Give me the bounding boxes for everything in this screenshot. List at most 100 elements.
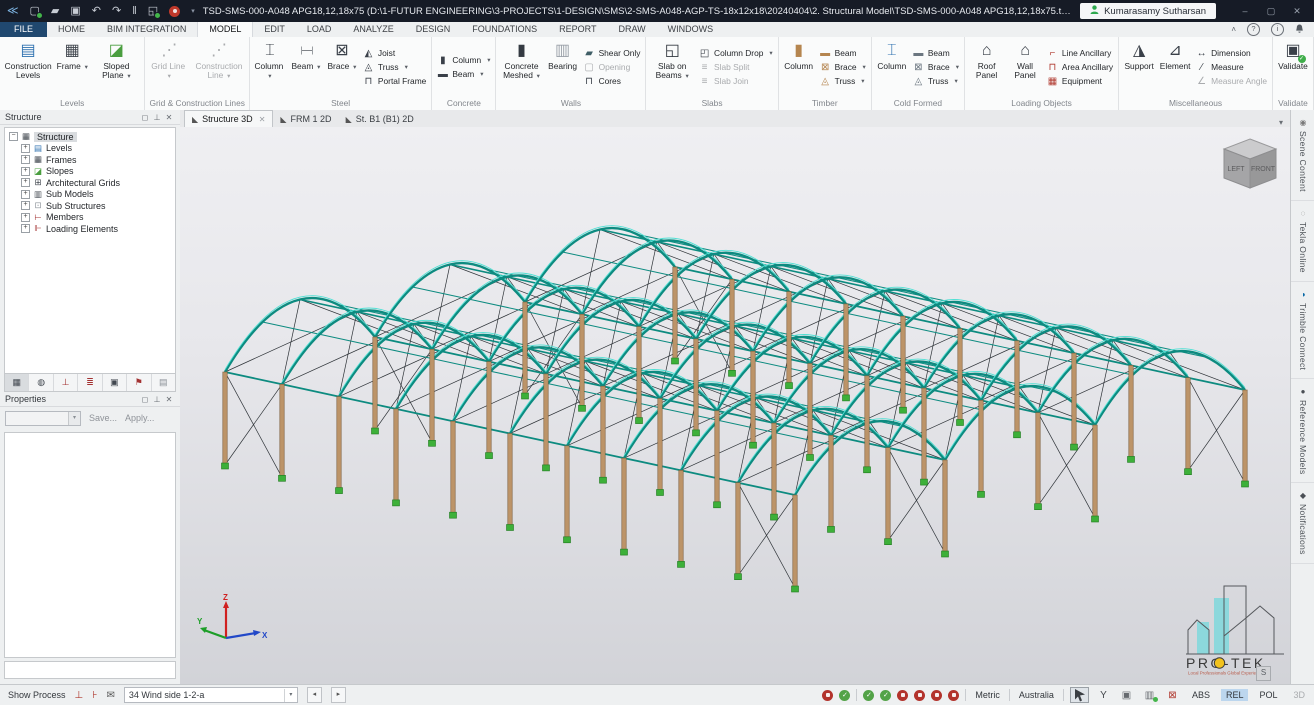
process-report-icon[interactable]: ✉ bbox=[106, 690, 114, 701]
tree-expand-icon[interactable]: + bbox=[21, 201, 30, 210]
validate-status-tab[interactable]: ▣ bbox=[103, 374, 127, 391]
tree-expand-icon[interactable]: + bbox=[21, 178, 30, 187]
wind-model-tab[interactable]: ◍ bbox=[29, 374, 53, 391]
close-icon[interactable]: ✕ bbox=[259, 115, 266, 124]
help-icon[interactable]: ? bbox=[1247, 23, 1260, 36]
tab-foundations[interactable]: FOUNDATIONS bbox=[461, 22, 548, 37]
ribbon-button-bearing[interactable]: ▥Bearing bbox=[545, 37, 581, 97]
view-tabs-overflow-icon[interactable]: ▾ bbox=[1279, 118, 1290, 127]
ribbon-button-area-ancillary[interactable]: ⊓Area Ancillary bbox=[1047, 62, 1113, 73]
ribbon-button-support[interactable]: ◮Support bbox=[1121, 37, 1157, 97]
validate-quick-icon[interactable]: ◱ bbox=[148, 6, 158, 17]
user-account-button[interactable]: Kumarasamy Sutharsan bbox=[1080, 3, 1216, 19]
structure-3d-model[interactable] bbox=[180, 127, 1290, 684]
tab-load[interactable]: LOAD bbox=[296, 22, 343, 37]
ribbon-button-beam[interactable]: ▬Beam bbox=[820, 48, 866, 59]
ribbon-button-frame[interactable]: ▦Frame ▾ bbox=[54, 37, 90, 97]
columns-toggle-icon[interactable]: ▥ bbox=[1141, 688, 1158, 702]
chevron-down-icon[interactable]: ▾ bbox=[284, 689, 297, 702]
view-tab-frm-1-2d[interactable]: ◣FRM 1 2D bbox=[273, 111, 338, 127]
quick-access-more-icon[interactable]: ▾ bbox=[191, 8, 195, 15]
tree-item-levels[interactable]: +▤Levels bbox=[5, 143, 175, 155]
tree-expand-icon[interactable]: + bbox=[21, 167, 30, 176]
tab-edit[interactable]: EDIT bbox=[253, 22, 296, 37]
tab-file[interactable]: FILE bbox=[0, 22, 47, 37]
ribbon-button-validate[interactable]: ▣✓Validate bbox=[1275, 37, 1311, 97]
process-support-icon[interactable]: ⊥ bbox=[75, 690, 84, 701]
view-tab-st-b1-b1-2d[interactable]: ◣St. B1 (B1) 2D bbox=[339, 111, 421, 127]
hold-process-icon[interactable]: ‖ bbox=[132, 6, 137, 17]
tree-expand-icon[interactable]: + bbox=[21, 155, 30, 164]
panel-close-icon[interactable]: ✕ bbox=[163, 113, 175, 122]
tree-item-slopes[interactable]: +◪Slopes bbox=[5, 166, 175, 178]
ribbon-button-concrete-meshed[interactable]: ▮Concrete Meshed ▾ bbox=[498, 37, 544, 97]
process-frame-icon[interactable]: ⊦ bbox=[92, 690, 97, 701]
tab-bim-integration[interactable]: BIM INTEGRATION bbox=[96, 22, 197, 37]
record-icon[interactable] bbox=[169, 6, 180, 17]
save-button[interactable]: Save... bbox=[89, 413, 117, 423]
ribbon-button-sloped-plane[interactable]: ◪Sloped Plane ▾ bbox=[90, 37, 142, 97]
tab-analyze[interactable]: ANALYZE bbox=[342, 22, 404, 37]
next-load-case-button[interactable]: ▸ bbox=[331, 687, 346, 703]
tab-model[interactable]: MODEL bbox=[197, 22, 253, 37]
ribbon-button-beam[interactable]: ⌶Beam ▾ bbox=[288, 37, 324, 97]
ribbon-button-line-ancillary[interactable]: ⌐Line Ancillary bbox=[1047, 48, 1113, 59]
units-button[interactable]: Metric bbox=[972, 690, 1003, 700]
panel-close-icon[interactable]: ✕ bbox=[163, 395, 175, 404]
chevron-down-icon[interactable]: ▾ bbox=[68, 412, 80, 425]
section-cut-icon[interactable]: ⊠ bbox=[1164, 688, 1181, 702]
tree-item-frames[interactable]: +▦Frames bbox=[5, 154, 175, 166]
ribbon-button-slab-on-beams[interactable]: ◱Slab on Beams ▾ bbox=[648, 37, 696, 97]
ribbon-button-brace[interactable]: ⊠Brace▾ bbox=[820, 62, 866, 73]
tab-home[interactable]: HOME bbox=[47, 22, 96, 37]
ribbon-button-column-drop[interactable]: ◰Column Drop▾ bbox=[699, 48, 773, 59]
panel-pin-icon[interactable]: ⊥ bbox=[151, 395, 163, 404]
coord-mode-rel[interactable]: REL bbox=[1221, 689, 1249, 701]
coord-mode-pol[interactable]: POL bbox=[1254, 689, 1282, 701]
rail-item-scene-content[interactable]: ◉Scene Content bbox=[1291, 110, 1314, 201]
ribbon-button-joist[interactable]: ◭Joist bbox=[363, 48, 426, 59]
save-model-icon[interactable]: ▣ bbox=[70, 6, 80, 17]
ribbon-collapse-icon[interactable]: ˄ bbox=[1231, 25, 1236, 34]
ribbon-button-column[interactable]: ⌶Column ▾ bbox=[252, 37, 288, 97]
ribbon-button-column[interactable]: ▮Column bbox=[781, 37, 817, 97]
tab-report[interactable]: REPORT bbox=[548, 22, 607, 37]
panel-float-icon[interactable]: ◻ bbox=[139, 395, 151, 404]
ribbon-button-brace[interactable]: ⊠Brace ▾ bbox=[324, 37, 360, 97]
ribbon-button-wall-panel[interactable]: ⌂Wall Panel bbox=[1006, 37, 1044, 97]
review-tab[interactable]: ▤ bbox=[152, 374, 175, 391]
ribbon-button-measure[interactable]: ∕Measure bbox=[1196, 62, 1267, 73]
undo-icon[interactable]: ↶ bbox=[92, 6, 101, 17]
rail-item-tekla-online[interactable]: ◌Tekla Online bbox=[1291, 201, 1314, 282]
ribbon-button-portal-frame[interactable]: ⊓Portal Frame bbox=[363, 76, 426, 87]
tree-expand-icon[interactable]: + bbox=[21, 224, 30, 233]
ribbon-button-beam[interactable]: ▬Beam▾ bbox=[437, 69, 490, 80]
tree-item-structure[interactable]: −▦Structure bbox=[5, 131, 175, 143]
load-case-combo[interactable]: 34 Wind side 1-2-a ▾ bbox=[124, 687, 298, 703]
tree-collapse-icon[interactable]: − bbox=[9, 132, 18, 141]
ribbon-button-dimension[interactable]: ↔Dimension bbox=[1196, 48, 1267, 59]
rail-item-trimble-connect[interactable]: ◑Trimble Connect bbox=[1291, 282, 1314, 379]
new-model-icon[interactable]: ▢ bbox=[30, 6, 40, 17]
tree-expand-icon[interactable]: + bbox=[21, 213, 30, 222]
view-tab-structure-3d[interactable]: ◣Structure 3D✕ bbox=[184, 110, 273, 127]
tree-item-loading-elements[interactable]: +⊩Loading Elements bbox=[5, 223, 175, 235]
rail-item-notifications[interactable]: ◆Notifications bbox=[1291, 483, 1314, 564]
ribbon-button-beam[interactable]: ▬Beam bbox=[913, 48, 959, 59]
ribbon-button-equipment[interactable]: ▦Equipment bbox=[1047, 76, 1113, 87]
alerts-icon[interactable] bbox=[1295, 24, 1304, 36]
ribbon-button-shear-only[interactable]: ▰Shear Only bbox=[584, 48, 641, 59]
tab-design[interactable]: DESIGN bbox=[405, 22, 462, 37]
node-snap-icon[interactable]: Y bbox=[1095, 688, 1112, 702]
structure-tree-tab[interactable]: ▦ bbox=[5, 374, 29, 391]
ribbon-button-element[interactable]: ⊿Element bbox=[1157, 37, 1193, 97]
tree-expand-icon[interactable]: + bbox=[21, 144, 30, 153]
prev-load-case-button[interactable]: ◂ bbox=[307, 687, 322, 703]
tree-expand-icon[interactable]: + bbox=[21, 190, 30, 199]
properties-combo[interactable]: ▾ bbox=[5, 411, 81, 426]
navigation-cube[interactable]: LEFT FRONT bbox=[1220, 136, 1280, 194]
ribbon-button-cores[interactable]: ⊓Cores bbox=[584, 76, 641, 87]
info-icon[interactable]: i bbox=[1271, 23, 1284, 36]
panel-pin-icon[interactable]: ⊥ bbox=[151, 113, 163, 122]
supports-tab[interactable]: ⊥ bbox=[54, 374, 78, 391]
